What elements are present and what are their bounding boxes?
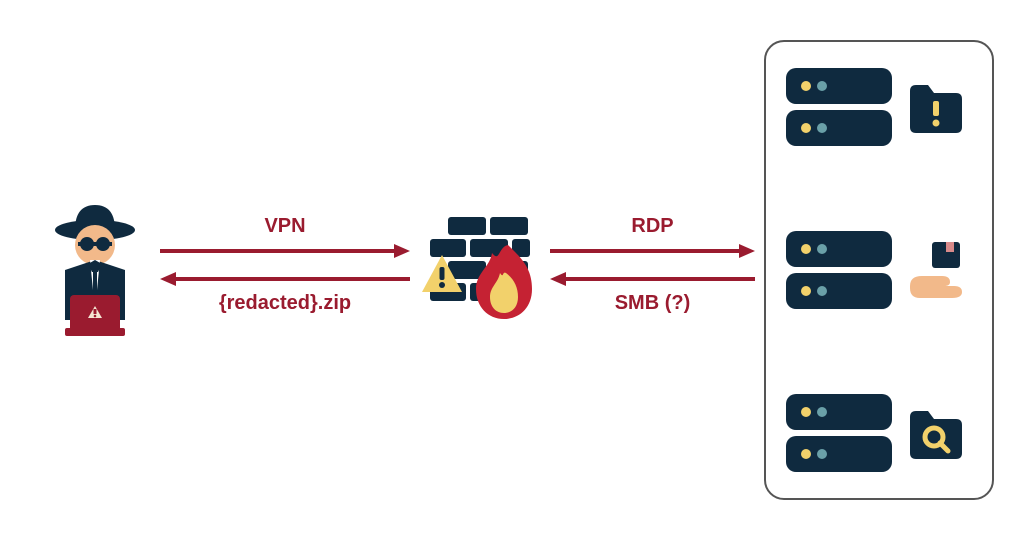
folder-alert-icon bbox=[906, 77, 966, 137]
arrow-right-icon bbox=[160, 242, 410, 260]
server-group-alert bbox=[784, 62, 974, 152]
firewall-node bbox=[420, 207, 540, 327]
arrow-left-icon bbox=[160, 270, 410, 288]
attack-flow-diagram: VPN {redacted}.zip bbox=[0, 0, 1024, 538]
arrow-label-rdp: RDP bbox=[631, 215, 673, 238]
server-group-hand-package bbox=[784, 225, 974, 315]
arrow-attacker-firewall: VPN {redacted}.zip bbox=[160, 215, 410, 315]
server-stack-icon bbox=[784, 388, 894, 478]
arrow-left-icon bbox=[550, 270, 755, 288]
attacker-node bbox=[40, 200, 150, 340]
hand-package-icon bbox=[906, 240, 966, 300]
server-stack-icon bbox=[784, 225, 894, 315]
servers-container bbox=[764, 40, 994, 500]
server-group-search bbox=[784, 388, 974, 478]
arrow-label-vpn: VPN bbox=[264, 215, 305, 238]
hacker-icon bbox=[40, 200, 150, 340]
arrow-right-icon bbox=[550, 242, 755, 260]
firewall-icon bbox=[420, 207, 540, 327]
arrow-label-redacted-zip: {redacted}.zip bbox=[219, 292, 351, 315]
folder-search-icon bbox=[906, 403, 966, 463]
server-stack-icon bbox=[784, 62, 894, 152]
arrow-firewall-servers: RDP SMB (?) bbox=[550, 215, 755, 315]
arrow-label-smb: SMB (?) bbox=[615, 292, 691, 315]
